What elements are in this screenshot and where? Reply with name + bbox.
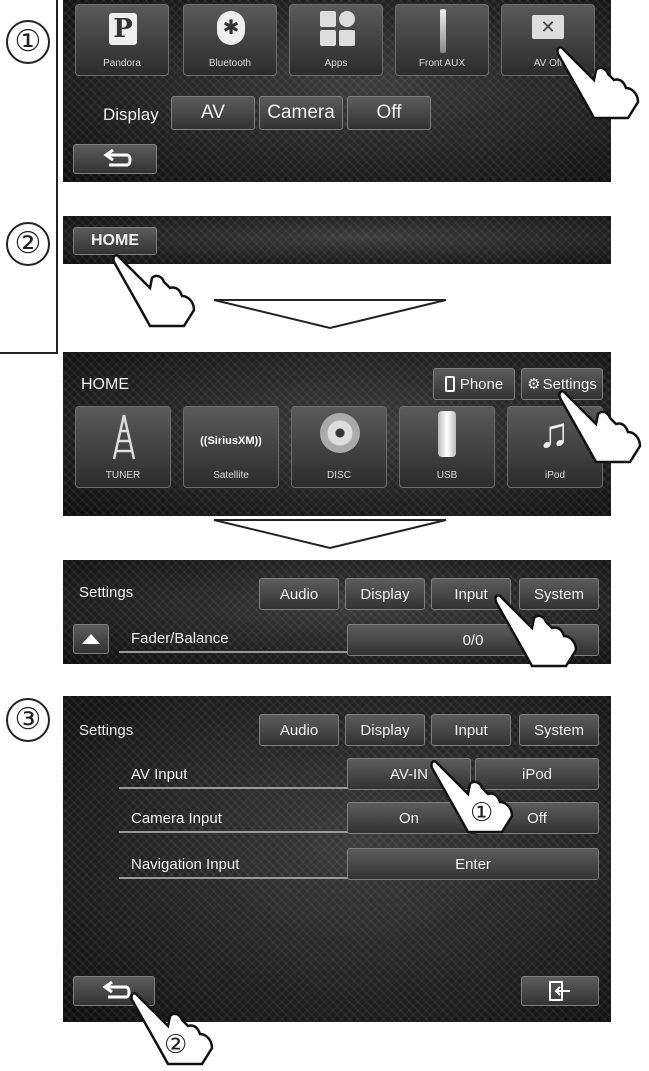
callout-2: ②: [164, 1030, 188, 1060]
hand-pointer-icon: [556, 384, 648, 469]
down-arrow-icon: [213, 519, 447, 550]
phone-label: Phone: [459, 375, 504, 393]
gear-icon: ⚙: [527, 376, 541, 393]
hand-pointer-icon: [110, 248, 202, 333]
screen-settings-input: Settings Audio Display Input System AV I…: [63, 696, 611, 1022]
tab-display[interactable]: Display: [345, 578, 425, 610]
step-3-number: ③: [6, 698, 50, 742]
front-aux-tile[interactable]: Front AUX: [395, 4, 489, 76]
pandora-icon: P: [109, 13, 137, 45]
back-arrow-icon: [102, 981, 131, 999]
down-arrow-icon: [213, 299, 447, 330]
usb-icon: [438, 411, 456, 457]
tuner-label: TUNER: [105, 470, 141, 481]
display-camera-button[interactable]: Camera: [259, 96, 343, 130]
exit-icon: [549, 981, 570, 1001]
aux-plug-icon: [440, 9, 446, 53]
tuner-tile[interactable]: TUNER: [75, 406, 171, 488]
screen-av-off: P Pandora ✱ Bluetooth Apps Front AUX ✕ A…: [63, 0, 611, 182]
scroll-up-button[interactable]: [73, 624, 109, 654]
usb-label: USB: [436, 470, 458, 481]
satellite-label: Satellite: [213, 470, 249, 481]
steps-bracket: [0, 0, 58, 354]
phone-icon: [444, 376, 455, 392]
settings-title: Settings: [79, 584, 134, 601]
disc-tile[interactable]: DISC: [291, 406, 387, 488]
disc-icon: [320, 413, 360, 453]
bluetooth-tile[interactable]: ✱ Bluetooth: [183, 4, 277, 76]
triangle-up-icon: [82, 634, 100, 644]
camera-input-label: Camera Input: [119, 810, 349, 833]
hand-pointer-icon: [492, 588, 584, 673]
disc-label: DISC: [327, 470, 351, 481]
tab-audio[interactable]: Audio: [259, 714, 339, 746]
satellite-tile[interactable]: ((SiriusXM)) Satellite: [183, 406, 279, 488]
fader-balance-label: Fader/Balance: [119, 630, 349, 653]
back-arrow-icon: [103, 149, 132, 167]
ipod-label: iPod: [544, 470, 565, 481]
display-av-button[interactable]: AV: [171, 96, 255, 130]
apps-icon: [320, 11, 356, 47]
phone-button[interactable]: Phone: [433, 368, 515, 400]
tab-system[interactable]: System: [519, 714, 599, 746]
av-off-icon: ✕: [532, 15, 564, 39]
hand-pointer-icon: [554, 40, 646, 125]
pandora-tile[interactable]: P Pandora: [75, 4, 169, 76]
bluetooth-icon: ✱: [217, 11, 245, 45]
display-label: Display: [103, 105, 159, 124]
pandora-label: Pandora: [103, 58, 141, 69]
back-button[interactable]: [73, 144, 157, 174]
tab-display[interactable]: Display: [345, 714, 425, 746]
apps-tile[interactable]: Apps: [289, 4, 383, 76]
apps-label: Apps: [324, 58, 348, 69]
navigation-input-label: Navigation Input: [119, 856, 349, 879]
tab-audio[interactable]: Audio: [259, 578, 339, 610]
tab-input[interactable]: Input: [431, 714, 511, 746]
screen-home: HOME Phone ⚙ Settings TUNER ((SiriusXM))…: [63, 352, 611, 516]
av-input-label: AV Input: [119, 766, 349, 789]
antenna-tower-icon: [112, 414, 136, 460]
front-aux-label: Front AUX: [418, 58, 466, 69]
siriusxm-logo: ((SiriusXM)): [200, 435, 262, 447]
usb-tile[interactable]: USB: [399, 406, 495, 488]
bluetooth-label: Bluetooth: [208, 58, 252, 69]
display-off-button[interactable]: Off: [347, 96, 431, 130]
exit-button[interactable]: [521, 976, 599, 1006]
navigation-enter-button[interactable]: Enter: [347, 848, 599, 880]
home-title: HOME: [81, 376, 129, 393]
settings-title: Settings: [79, 722, 134, 739]
callout-1: ①: [470, 798, 494, 828]
